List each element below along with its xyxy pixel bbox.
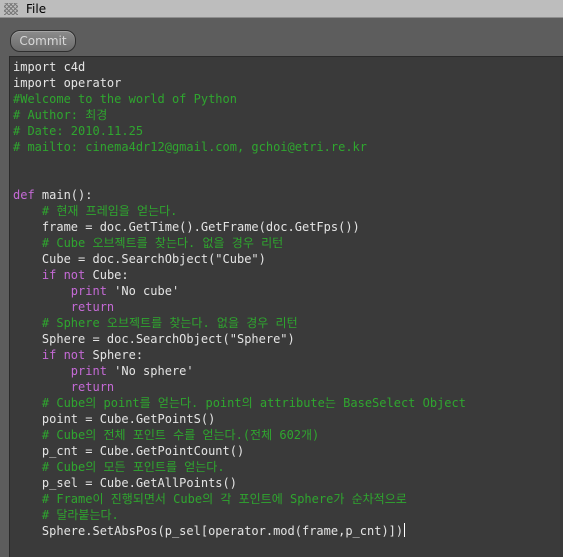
code-token: 'No sphere' [106,364,194,378]
code-line: Sphere.SetAbsPos(p_sel[operator.mod(fram… [13,523,466,539]
code-comment: # Sphere 오브젝트를 찾는다. 없을 경우 리턴 [41,316,298,330]
code-token: Sphere: [85,348,144,362]
code-line: Sphere = doc.SearchObject("Sphere") [13,331,466,347]
code-line: return [13,299,466,315]
code-line: print 'No cube' [13,283,466,299]
code-token: main(): [34,188,93,202]
code-token: Cube: [85,268,129,282]
code-line: if not Cube: [13,267,466,283]
code-comment: # Cube의 모든 포인트를 얻는다. [41,460,225,474]
code-line: # Cube의 전체 포인트 수를 얻는다.(전체 602개) [13,427,466,443]
code-line: Cube = doc.SearchObject("Cube") [13,251,466,267]
code-keyword: print [70,364,107,378]
code-line: point = Cube.GetPointS() [13,411,466,427]
code-comment: # Cube의 point를 얻는다. point의 attribute는 Ba… [41,396,466,410]
code-keyword: return [70,300,115,314]
code-line: # mailto: cinema4dr12@gmail.com, gchoi@e… [13,139,466,155]
code-comment: # Frame이 진행되면서 Cube의 각 포인트에 Sphere가 순차적으… [41,492,407,506]
code-line: # Cube의 모든 포인트를 얻는다. [13,459,466,475]
menu-bar: File [0,0,563,18]
code-line: p_cnt = Cube.GetPointCount() [13,443,466,459]
code-line: # Cube 오브젝트를 찾는다. 없을 경우 리턴 [13,235,466,251]
code-keyword: def [13,188,35,202]
code-token: Sphere.SetAbsPos(p_sel[operator.mod(fram… [13,524,404,538]
code-line: # Frame이 진행되면서 Cube의 각 포인트에 Sphere가 순차적으… [13,491,466,507]
code-keyword: print [70,284,107,298]
code-line: frame = doc.GetTime().GetFrame(doc.GetFp… [13,219,466,235]
toolbar: Commit [0,18,563,56]
code-token: frame = doc.GetTime().GetFrame(doc.GetFp… [13,220,360,234]
code-keyword: if not [41,268,86,282]
drag-grip-icon[interactable] [4,2,18,15]
code-line: if not Sphere: [13,347,466,363]
code-comment: # Cube의 전체 포인트 수를 얻는다.(전체 602개) [41,428,320,442]
code-token: p_cnt = Cube.GetPointCount() [13,444,245,458]
code-line: print 'No sphere' [13,363,466,379]
code-keyword: if not [41,348,86,362]
code-token: p_sel = Cube.GetAllPoints() [13,476,237,490]
code-comment: # mailto: cinema4dr12@gmail.com, gchoi@e… [13,140,368,154]
code-line: # Author: 최경 [13,107,466,123]
commit-button[interactable]: Commit [10,30,76,52]
code-comment: # 현재 프레임을 얻는다. [41,204,178,218]
code-text[interactable]: import c4d import operator #Welcome to the… [13,59,466,539]
menu-file[interactable]: File [26,2,46,16]
code-line: return [13,379,466,395]
code-line: # 현재 프레임을 얻는다. [13,203,466,219]
code-token: 'No cube' [106,284,180,298]
code-line: p_sel = Cube.GetAllPoints() [13,475,466,491]
code-line: def main(): [13,187,466,203]
text-caret [404,523,406,537]
code-line: # Sphere 오브젝트를 찾는다. 없을 경우 리턴 [13,315,466,331]
code-line: #Welcome to the world of Python [13,91,466,107]
code-token: import c4d [13,60,86,74]
code-comment: # Cube 오브젝트를 찾는다. 없을 경우 리턴 [41,236,284,250]
code-token: point = Cube.GetPointS() [13,412,216,426]
code-token: import operator [13,76,122,90]
code-line: # 달라붙는다. [13,507,466,523]
code-keyword: return [70,380,115,394]
code-comment: # Author: 최경 [13,108,108,122]
code-token: Sphere = doc.SearchObject("Sphere") [13,332,295,346]
code-line: # Date: 2010.11.25 [13,123,466,139]
code-comment: # Date: 2010.11.25 [13,124,144,138]
code-token: Cube = doc.SearchObject("Cube") [13,252,266,266]
code-line: # Cube의 point를 얻는다. point의 attribute는 Ba… [13,395,466,411]
code-line: import c4d [13,59,466,75]
code-editor[interactable]: import c4d import operator #Welcome to the… [9,56,563,557]
code-comment: #Welcome to the world of Python [13,92,237,106]
code-line: import operator [13,75,466,91]
code-comment: # 달라붙는다. [41,508,119,522]
